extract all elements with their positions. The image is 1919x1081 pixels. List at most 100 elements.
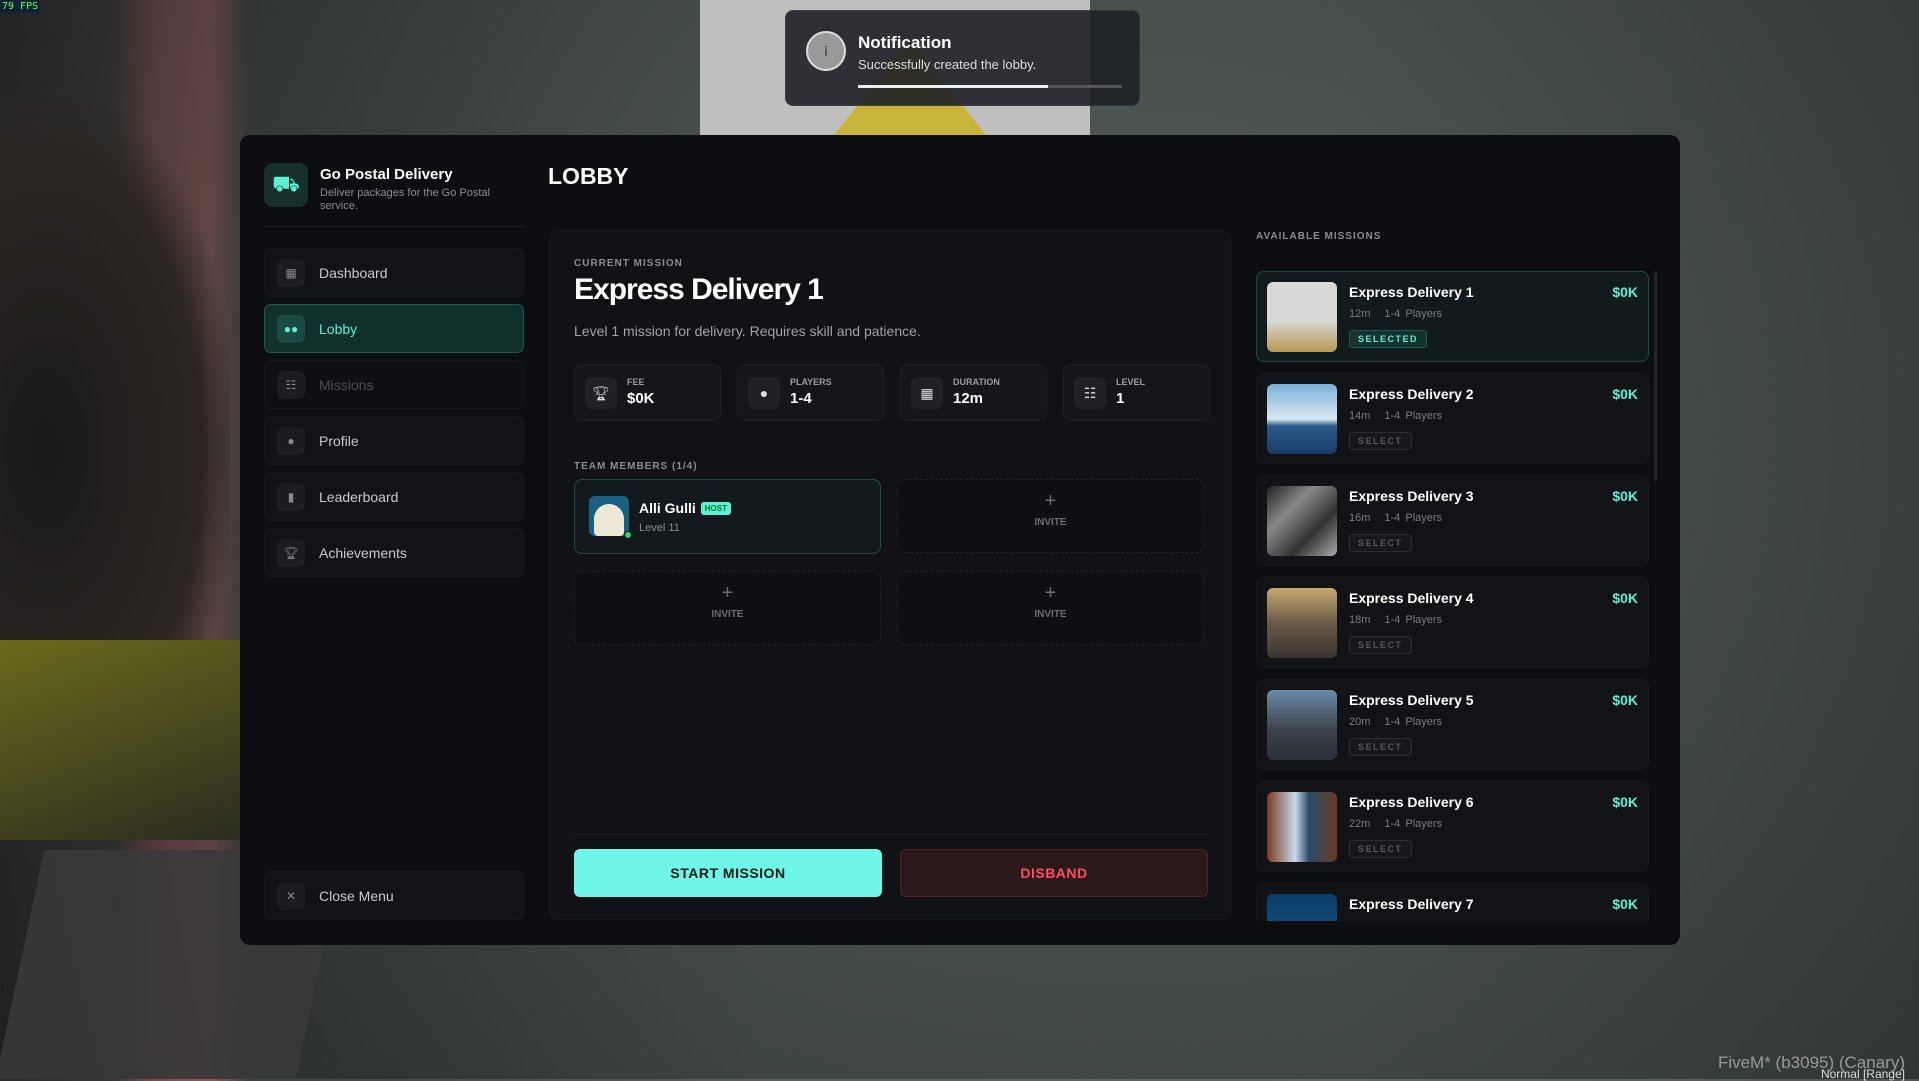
sidebar-item-lobby[interactable]: ●● Lobby xyxy=(264,304,524,353)
brand-description: Deliver packages for the Go Postal servi… xyxy=(320,187,490,212)
divider xyxy=(264,226,524,227)
table-icon: ▦ xyxy=(277,258,305,287)
brand-header: ⛟ Go Postal Delivery Deliver packages fo… xyxy=(264,163,520,213)
disband-button[interactable]: DISBAND xyxy=(900,849,1208,897)
mission-players: 1-4 Players xyxy=(1384,410,1443,422)
stat-label: PLAYERS xyxy=(790,377,832,387)
member-level: Level 11 xyxy=(639,522,680,534)
mission-meta: 24m 1-4 Players xyxy=(1349,920,1442,921)
stat-label: DURATION xyxy=(953,377,1000,387)
nav-label: Missions xyxy=(319,376,374,393)
invite-label: INVITE xyxy=(1034,517,1067,528)
notification-progress-fill xyxy=(858,85,1049,88)
notification-message: Successfully created the lobby. xyxy=(858,57,1037,72)
mission-thumbnail xyxy=(1267,384,1337,454)
user-icon: ● xyxy=(277,426,305,455)
select-button[interactable]: SELECT xyxy=(1349,840,1412,858)
mission-meta: 12m 1-4 Players xyxy=(1349,308,1442,320)
sidebar-item-leaderboard[interactable]: ▮ Leaderboard xyxy=(264,472,524,521)
divider xyxy=(574,834,1208,835)
mission-meta: 22m 1-4 Players xyxy=(1349,818,1442,830)
mission-name: Express Delivery 1 xyxy=(1349,284,1474,300)
lobby-panel: ⛟ Go Postal Delivery Deliver packages fo… xyxy=(240,135,1680,945)
mission-list[interactable]: Express Delivery 1 $0K 12m 1-4 Players SE… xyxy=(1256,271,1656,921)
mission-card[interactable]: Express Delivery 2 $0K 14m 1-4 Players SE… xyxy=(1256,373,1649,464)
build-info: FiveM* (b3095) (Canary) Normal [Range] xyxy=(1718,1053,1905,1081)
mission-players: 1-4 Players xyxy=(1384,512,1443,524)
mission-duration: 18m xyxy=(1349,614,1371,626)
nav-label: Dashboard xyxy=(319,264,388,281)
invite-label: INVITE xyxy=(1034,609,1067,620)
mission-thumbnail xyxy=(1267,690,1337,760)
sidebar-item-profile[interactable]: ● Profile xyxy=(264,416,524,465)
close-icon: ✕ xyxy=(277,881,305,910)
mission-card[interactable]: Express Delivery 7 $0K 24m1-4 Players SE… xyxy=(1256,883,1649,921)
invite-label: INVITE xyxy=(711,609,744,620)
mission-players: 1-4 Players xyxy=(1384,308,1443,320)
invite-slot[interactable]: + INVITE xyxy=(897,479,1204,553)
info-icon: i xyxy=(806,31,846,71)
invite-slot[interactable]: + INVITE xyxy=(897,571,1204,645)
page-title: LOBBY xyxy=(548,163,629,189)
mission-meta: 18m 1-4 Players xyxy=(1349,614,1442,626)
mission-list-scrollbar[interactable] xyxy=(1654,271,1657,481)
select-button[interactable]: SELECT xyxy=(1349,738,1412,756)
notification-title: Notification xyxy=(858,33,952,52)
stat-level: ☷ LEVEL 1 xyxy=(1063,364,1210,421)
mission-duration: 22m xyxy=(1349,818,1371,830)
select-button[interactable]: SELECT xyxy=(1349,432,1412,450)
mission-duration: 24m xyxy=(1349,920,1370,921)
stat-label: LEVEL xyxy=(1116,377,1146,387)
ghost-avatar-image xyxy=(594,504,624,536)
start-mission-button[interactable]: START MISSION xyxy=(574,849,882,897)
stat-value: $0K xyxy=(627,390,655,407)
sidebar-item-dashboard[interactable]: ▦ Dashboard xyxy=(264,248,524,297)
mission-card[interactable]: Express Delivery 5 $0K 20m 1-4 Players SE… xyxy=(1256,679,1649,770)
mission-price: $0K xyxy=(1612,590,1638,606)
mission-price: $0K xyxy=(1612,386,1638,402)
trophy-icon: 🏆︎ xyxy=(277,538,305,567)
notification-progress xyxy=(858,85,1122,88)
player-jacket xyxy=(0,640,250,840)
mission-thumbnail xyxy=(1267,792,1337,862)
select-button[interactable]: SELECT xyxy=(1349,636,1412,654)
stat-players: ● PLAYERS 1-4 xyxy=(737,364,884,421)
list-icon: ☷ xyxy=(1074,377,1106,409)
member-name-row: Alli Gulli HOST xyxy=(639,500,732,516)
current-mission-label: CURRENT MISSION xyxy=(574,258,683,269)
select-button[interactable]: SELECT xyxy=(1349,534,1412,552)
mission-meta: 20m 1-4 Players xyxy=(1349,716,1442,728)
mission-thumbnail xyxy=(1267,588,1337,658)
stat-duration: ▦ DURATION 12m xyxy=(900,364,1047,421)
mission-price: $0K xyxy=(1612,284,1638,300)
team-members-label: TEAM MEMBERS (1/4) xyxy=(574,461,698,472)
stat-value: 12m xyxy=(953,390,984,407)
online-status-dot xyxy=(624,531,632,539)
sidebar-item-missions[interactable]: ☷ Missions xyxy=(264,360,524,409)
stat-value: 1-4 xyxy=(790,390,812,407)
mission-card[interactable]: Express Delivery 4 $0K 18m 1-4 Players SE… xyxy=(1256,577,1649,668)
invite-slot[interactable]: + INVITE xyxy=(574,571,881,645)
stat-value: 1 xyxy=(1116,390,1125,407)
mission-card[interactable]: Express Delivery 6 $0K 22m 1-4 Players SE… xyxy=(1256,781,1649,872)
hand-truck-icon: ⛟ xyxy=(264,163,308,207)
mission-thumbnail xyxy=(1267,894,1337,921)
sidebar-item-achievements[interactable]: 🏆︎ Achievements xyxy=(264,528,524,577)
brand-name: Go Postal Delivery xyxy=(320,166,453,183)
list-icon: ☷ xyxy=(277,370,305,399)
plus-icon: + xyxy=(1044,490,1057,512)
nav-label: Leaderboard xyxy=(319,488,399,505)
mission-card[interactable]: Express Delivery 3 $0K 16m 1-4 Players SE… xyxy=(1256,475,1649,566)
close-menu-button[interactable]: ✕ Close Menu xyxy=(264,871,524,920)
mission-card[interactable]: Express Delivery 1 $0K 12m 1-4 Players SE… xyxy=(1256,271,1649,362)
chart-icon: ▮ xyxy=(277,482,305,511)
mission-name: Express Delivery 6 xyxy=(1349,794,1474,810)
mission-name: Express Delivery 7 xyxy=(1349,896,1474,912)
mission-price: $0K xyxy=(1612,692,1638,708)
mission-name: Express Delivery 4 xyxy=(1349,590,1474,606)
mission-title: Express Delivery 1 xyxy=(574,273,824,306)
stat-fee: 🏆︎ FEE $0K xyxy=(574,364,721,421)
plus-icon: + xyxy=(721,582,734,604)
mission-players: 1-4 Players xyxy=(1384,920,1442,921)
mission-name: Express Delivery 2 xyxy=(1349,386,1474,402)
